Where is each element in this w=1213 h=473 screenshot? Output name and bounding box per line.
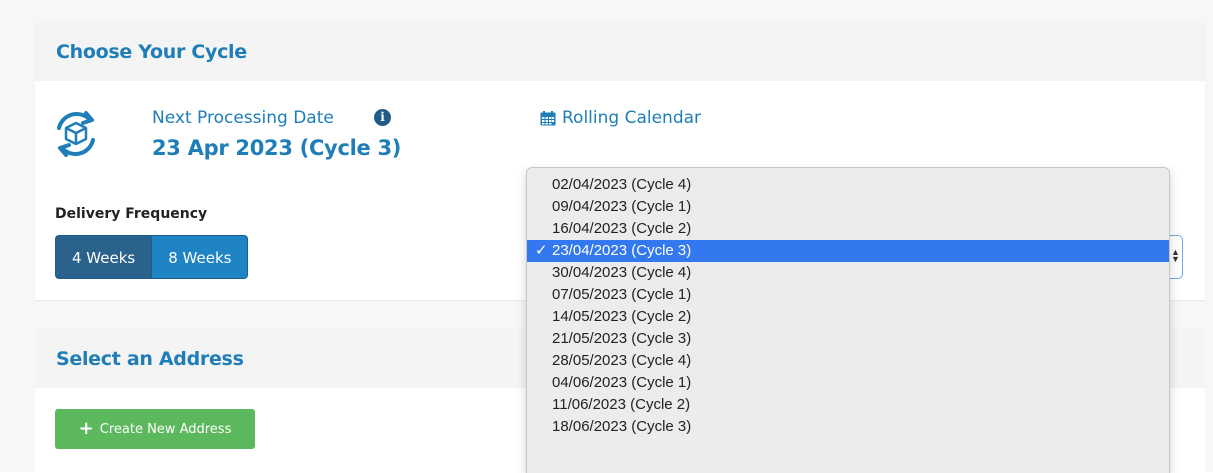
dropdown-option-label: 14/05/2023 (Cycle 2) xyxy=(552,308,692,325)
dropdown-option-label: 30/04/2023 (Cycle 4) xyxy=(552,264,692,281)
frequency-8-weeks-button[interactable]: 8 Weeks xyxy=(152,235,249,279)
dropdown-option[interactable]: 16/04/2023 (Cycle 2) xyxy=(527,218,1169,240)
dropdown-option-label: 23/04/2023 (Cycle 3) xyxy=(552,242,692,259)
next-processing-date-value: 23 Apr 2023 (Cycle 3) xyxy=(152,136,402,160)
dropdown-option[interactable]: 30/04/2023 (Cycle 4) xyxy=(527,262,1169,284)
frequency-4-weeks-button[interactable]: 4 Weeks xyxy=(55,235,153,279)
dropdown-option[interactable]: 02/04/2023 (Cycle 4) xyxy=(527,174,1169,196)
cycle-panel-header: Choose Your Cycle xyxy=(35,22,1205,81)
dropdown-option-selected[interactable]: ✓ 23/04/2023 (Cycle 3) xyxy=(527,240,1169,262)
delivery-frequency-toggle: 4 Weeks 8 Weeks xyxy=(55,235,249,279)
dropdown-option-label: 02/04/2023 (Cycle 4) xyxy=(552,176,692,193)
create-new-address-button[interactable]: + Create New Address xyxy=(55,409,255,449)
cycle-panel-title: Choose Your Cycle xyxy=(56,41,247,63)
dropdown-option[interactable]: 07/05/2023 (Cycle 1) xyxy=(527,284,1169,306)
calendar-icon xyxy=(540,110,556,125)
dropdown-option[interactable]: 11/06/2023 (Cycle 2) xyxy=(527,394,1169,416)
create-new-address-label: Create New Address xyxy=(99,421,232,437)
rolling-calendar-link[interactable]: Rolling Calendar xyxy=(540,108,701,128)
checkmark-icon: ✓ xyxy=(535,242,548,259)
dropdown-option[interactable]: 09/04/2023 (Cycle 1) xyxy=(527,196,1169,218)
dropdown-option-label: 21/05/2023 (Cycle 3) xyxy=(552,330,692,347)
dropdown-option-label: 04/06/2023 (Cycle 1) xyxy=(552,374,692,391)
cycle-box-icon xyxy=(57,111,95,157)
next-processing-date-label: Next Processing Date xyxy=(152,108,334,128)
rolling-calendar-label: Rolling Calendar xyxy=(562,108,702,128)
select-arrows-icon: ▲ ▼ xyxy=(1171,247,1180,264)
dropdown-option-label: 28/05/2023 (Cycle 4) xyxy=(552,352,692,369)
dropdown-option-label: 07/05/2023 (Cycle 1) xyxy=(552,286,692,303)
dropdown-option-label: 18/06/2023 (Cycle 3) xyxy=(552,418,692,435)
info-icon[interactable]: i xyxy=(374,109,391,126)
processing-date-dropdown: 02/04/2023 (Cycle 4) 09/04/2023 (Cycle 1)… xyxy=(526,167,1170,473)
address-panel-title: Select an Address xyxy=(56,348,244,370)
dropdown-option-label: 11/06/2023 (Cycle 2) xyxy=(552,396,691,413)
dropdown-option[interactable]: 04/06/2023 (Cycle 1) xyxy=(527,372,1169,394)
dropdown-option[interactable]: 14/05/2023 (Cycle 2) xyxy=(527,306,1169,328)
dropdown-option[interactable]: 18/06/2023 (Cycle 3) xyxy=(527,416,1169,438)
dropdown-option-label: 16/04/2023 (Cycle 2) xyxy=(552,220,692,237)
plus-icon: + xyxy=(78,418,94,439)
dropdown-option[interactable]: 28/05/2023 (Cycle 4) xyxy=(527,350,1169,372)
dropdown-option[interactable]: 21/05/2023 (Cycle 3) xyxy=(527,328,1169,350)
delivery-frequency-label: Delivery Frequency xyxy=(55,206,208,222)
dropdown-option-label: 09/04/2023 (Cycle 1) xyxy=(552,198,692,215)
